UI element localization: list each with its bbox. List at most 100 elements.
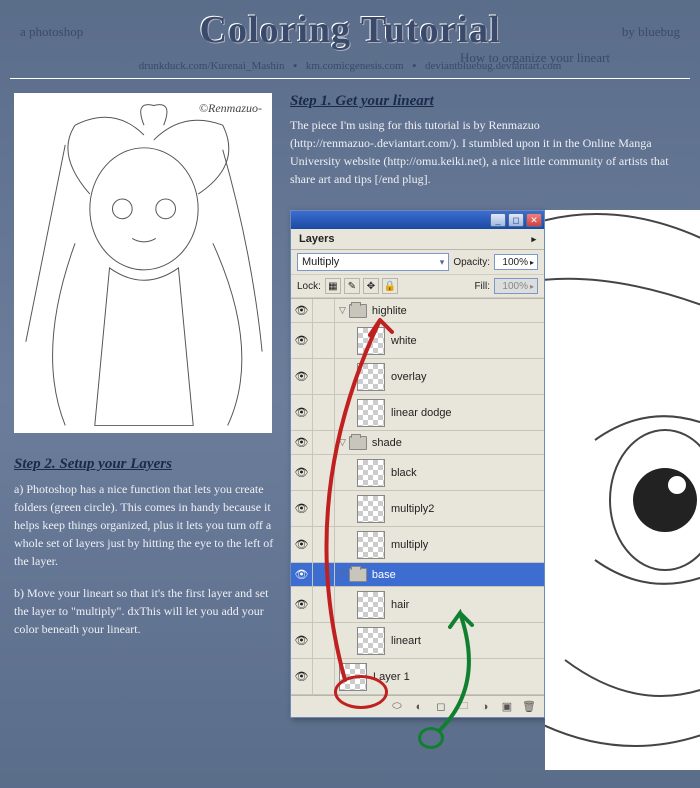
- layer-item[interactable]: 👁 white: [291, 323, 544, 359]
- link-column[interactable]: [313, 563, 335, 586]
- link-column[interactable]: [313, 395, 335, 430]
- layer-thumbnail[interactable]: [357, 531, 385, 559]
- layer-name[interactable]: white: [391, 335, 417, 347]
- lock-fill-row: Lock: ▦ ✎ ✥ 🔒 Fill: 100%▸: [291, 275, 544, 298]
- link-column[interactable]: [313, 455, 335, 490]
- layer-thumbnail[interactable]: [357, 627, 385, 655]
- blend-mode-value: Multiply: [302, 256, 339, 268]
- step1-heading: Step 1. Get your lineart: [290, 93, 685, 110]
- link-column[interactable]: [313, 299, 335, 322]
- layer-name[interactable]: overlay: [391, 371, 426, 383]
- layer-item[interactable]: 👁 lineart: [291, 623, 544, 659]
- visibility-toggle-icon[interactable]: 👁: [291, 491, 313, 526]
- layer-name[interactable]: hair: [391, 599, 409, 611]
- adjustment-layer-icon[interactable]: ◑: [476, 699, 494, 715]
- step2-body: a) Photoshop has a nice function that le…: [14, 480, 279, 652]
- layers-panel-footer: ⬭ ◐ ◻ 🗀 ◑ ▣ 🗑: [291, 695, 544, 717]
- link-a[interactable]: drunkduck.com/Kurenai_Mashin: [139, 60, 285, 72]
- visibility-toggle-icon[interactable]: 👁: [291, 527, 313, 562]
- folder-icon: [349, 568, 367, 582]
- layer-name[interactable]: base: [372, 569, 396, 581]
- header: a photoshop Coloring Tutorial by bluebug…: [0, 0, 700, 56]
- panel-menu-icon[interactable]: ▸: [531, 234, 536, 245]
- lock-transparency-icon[interactable]: ▦: [325, 278, 341, 294]
- panel-titlebar[interactable]: _ ◻ ✕: [291, 211, 544, 229]
- lock-all-icon[interactable]: 🔒: [382, 278, 398, 294]
- folder-toggle-icon[interactable]: ▽: [339, 437, 346, 448]
- fill-field[interactable]: 100%▸: [494, 278, 538, 294]
- layer-thumbnail[interactable]: [357, 363, 385, 391]
- layer-item[interactable]: 👁 multiply2: [291, 491, 544, 527]
- layer-thumbnail[interactable]: [357, 495, 385, 523]
- layer-thumbnail[interactable]: [357, 591, 385, 619]
- layer-name[interactable]: linear dodge: [391, 407, 452, 419]
- layer-item[interactable]: 👁 linear dodge: [291, 395, 544, 431]
- opacity-label: Opacity:: [453, 257, 490, 268]
- layer-folder[interactable]: 👁 ▽ highlite: [291, 299, 544, 323]
- layer-thumbnail[interactable]: [339, 663, 367, 691]
- layer-mask-icon[interactable]: ◻: [432, 699, 450, 715]
- visibility-toggle-icon[interactable]: 👁: [291, 323, 313, 358]
- visibility-toggle-icon[interactable]: 👁: [291, 299, 313, 322]
- link-column[interactable]: [313, 491, 335, 526]
- step2-para-b: b) Move your lineart so that it's the fi…: [14, 584, 279, 638]
- link-column[interactable]: [313, 323, 335, 358]
- layer-name[interactable]: multiply: [391, 539, 428, 551]
- visibility-toggle-icon[interactable]: 👁: [291, 563, 313, 586]
- lock-position-icon[interactable]: ✥: [363, 278, 379, 294]
- step2-para-a: a) Photoshop has a nice function that le…: [14, 480, 279, 570]
- link-layers-icon[interactable]: ⬭: [388, 699, 406, 715]
- visibility-toggle-icon[interactable]: 👁: [291, 431, 313, 454]
- header-byline: by bluebug: [622, 24, 680, 40]
- layer-name[interactable]: lineart: [391, 635, 421, 647]
- layer-thumbnail[interactable]: [357, 399, 385, 427]
- layer-item[interactable]: 👁 black: [291, 455, 544, 491]
- layer-name[interactable]: highlite: [372, 305, 407, 317]
- link-column[interactable]: [313, 587, 335, 622]
- layer-name[interactable]: multiply2: [391, 503, 434, 515]
- folder-toggle-icon[interactable]: ▽: [339, 305, 346, 316]
- layers-list[interactable]: 👁 ▽ highlite 👁 white 👁 overlay 👁 linear dodge 👁 ▽ s…: [291, 298, 544, 695]
- layer-thumbnail[interactable]: [357, 327, 385, 355]
- visibility-toggle-icon[interactable]: 👁: [291, 659, 313, 694]
- layer-item[interactable]: 👁 multiply: [291, 527, 544, 563]
- visibility-toggle-icon[interactable]: 👁: [291, 587, 313, 622]
- header-prefix: a photoshop: [20, 24, 83, 40]
- layer-folder[interactable]: 👁 ▽ shade: [291, 431, 544, 455]
- link-column[interactable]: [313, 359, 335, 394]
- layers-panel[interactable]: _ ◻ ✕ Layers ▸ Multiply ▾ Opacity: 100%▸…: [290, 210, 545, 718]
- link-column[interactable]: [313, 527, 335, 562]
- layer-item[interactable]: 👁 Layer 1: [291, 659, 544, 695]
- new-layer-icon[interactable]: ▣: [498, 699, 516, 715]
- link-column[interactable]: [313, 431, 335, 454]
- close-button[interactable]: ✕: [526, 213, 542, 227]
- layer-item[interactable]: 👁 overlay: [291, 359, 544, 395]
- layer-folder[interactable]: 👁 ▽ base: [291, 563, 544, 587]
- layer-style-icon[interactable]: ◐: [410, 699, 428, 715]
- layer-item[interactable]: 👁 hair: [291, 587, 544, 623]
- visibility-toggle-icon[interactable]: 👁: [291, 623, 313, 658]
- link-column[interactable]: [313, 659, 335, 694]
- visibility-toggle-icon[interactable]: 👁: [291, 455, 313, 490]
- visibility-toggle-icon[interactable]: 👁: [291, 359, 313, 394]
- lock-pixels-icon[interactable]: ✎: [344, 278, 360, 294]
- visibility-toggle-icon[interactable]: 👁: [291, 395, 313, 430]
- step2-heading: Step 2. Setup your Layers: [14, 456, 274, 473]
- new-folder-icon[interactable]: 🗀: [454, 699, 472, 715]
- header-subtitle: How to organize your lineart: [460, 50, 610, 66]
- annotation-green-circle: [418, 727, 444, 749]
- layer-thumbnail[interactable]: [357, 459, 385, 487]
- layer-name[interactable]: Layer 1: [373, 671, 410, 683]
- minimize-button[interactable]: _: [490, 213, 506, 227]
- layers-tab[interactable]: Layers ▸: [291, 229, 544, 250]
- delete-layer-icon[interactable]: 🗑: [520, 699, 538, 715]
- link-b[interactable]: km.comicgenesis.com: [306, 60, 404, 72]
- folder-icon: [349, 304, 367, 318]
- maximize-button[interactable]: ◻: [508, 213, 524, 227]
- layer-name[interactable]: shade: [372, 437, 402, 449]
- layer-name[interactable]: black: [391, 467, 417, 479]
- blend-mode-select[interactable]: Multiply ▾: [297, 253, 449, 271]
- opacity-field[interactable]: 100%▸: [494, 254, 538, 270]
- folder-toggle-icon[interactable]: ▽: [339, 569, 346, 580]
- link-column[interactable]: [313, 623, 335, 658]
